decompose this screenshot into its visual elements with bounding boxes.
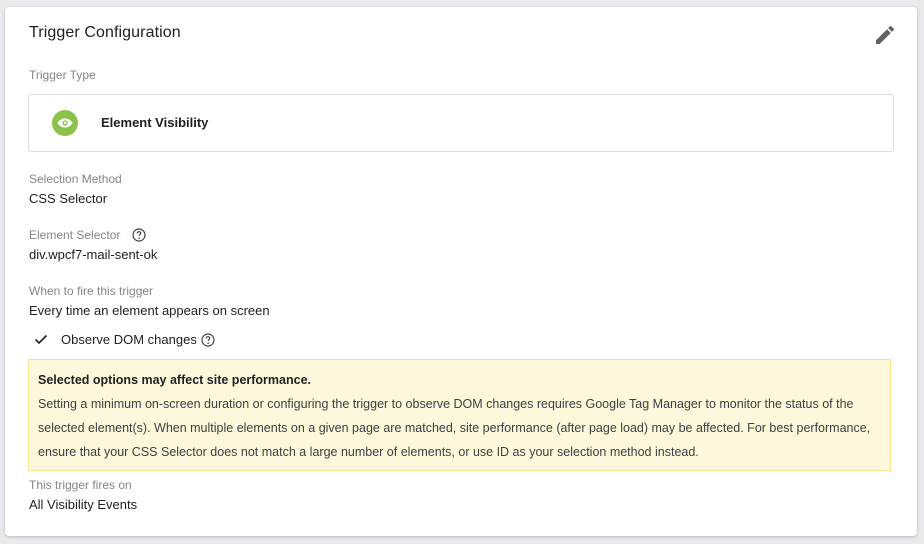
trigger-type-name: Element Visibility bbox=[101, 115, 209, 130]
trigger-type-label: Trigger Type bbox=[29, 68, 96, 82]
element-selector-label: Element Selector bbox=[29, 228, 121, 242]
element-selector-value: div.wpcf7-mail-sent-ok bbox=[29, 247, 158, 262]
selection-method-label: Selection Method bbox=[29, 172, 122, 186]
help-icon[interactable] bbox=[201, 333, 215, 347]
edit-button[interactable] bbox=[873, 23, 897, 47]
trigger-configuration-card[interactable]: Trigger Configuration Trigger Type Eleme… bbox=[5, 7, 917, 536]
warning-title: Selected options may affect site perform… bbox=[38, 373, 312, 387]
fires-on-value: All Visibility Events bbox=[29, 497, 138, 512]
observe-dom-help[interactable] bbox=[201, 333, 215, 347]
card-title: Trigger Configuration bbox=[29, 24, 181, 41]
checkmark-icon[interactable] bbox=[33, 331, 49, 347]
when-to-fire-label: When to fire this trigger bbox=[29, 284, 154, 298]
trigger-type-box[interactable]: Element Visibility bbox=[28, 94, 894, 152]
pencil-icon[interactable] bbox=[873, 23, 897, 47]
element-selector-help[interactable] bbox=[132, 228, 146, 242]
fires-on-label: This trigger fires on bbox=[29, 478, 132, 492]
trigger-type-icon-badge bbox=[52, 110, 78, 136]
performance-warning: Selected options may affect site perform… bbox=[28, 359, 891, 471]
selection-method-value: CSS Selector bbox=[29, 191, 108, 206]
when-to-fire-value: Every time an element appears on screen bbox=[29, 303, 270, 318]
observe-dom-label: Observe DOM changes bbox=[61, 332, 197, 347]
help-icon[interactable] bbox=[132, 228, 146, 242]
eye-icon bbox=[57, 118, 73, 128]
warning-body: Setting a minimum on-screen duration or … bbox=[38, 397, 871, 459]
